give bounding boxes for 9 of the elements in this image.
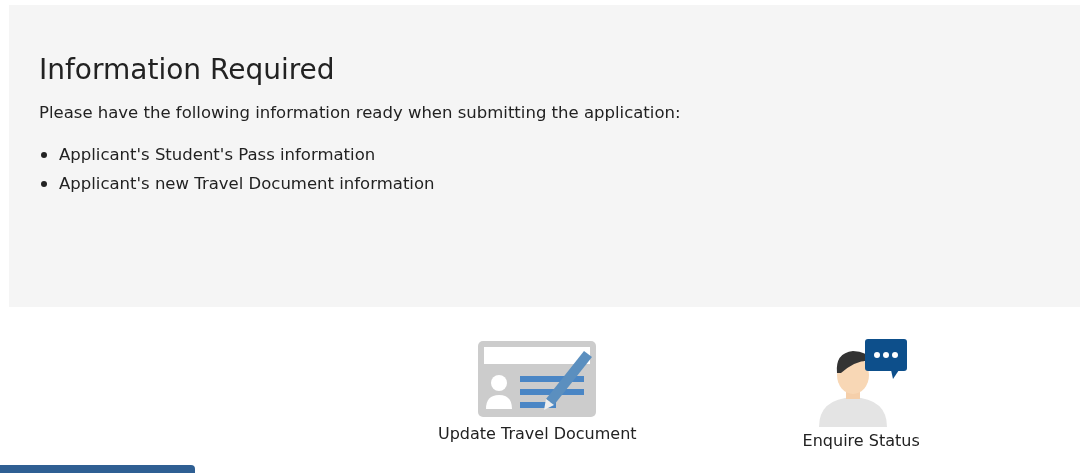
section-title: Information Required (39, 52, 336, 88)
action-tile[interactable]: Enquire Status (802, 339, 920, 452)
list-item: Applicant's new Travel Document information (59, 173, 435, 195)
bullet-icon (41, 151, 47, 158)
intro-text: Please have the following information ready when submitting the application: (39, 102, 682, 124)
list-item: Applicant's Student's Pass information (59, 144, 376, 166)
bullet-icon (41, 180, 47, 187)
action-tile[interactable]: Update Travel Document (438, 339, 637, 452)
id-card-icon (476, 339, 599, 419)
